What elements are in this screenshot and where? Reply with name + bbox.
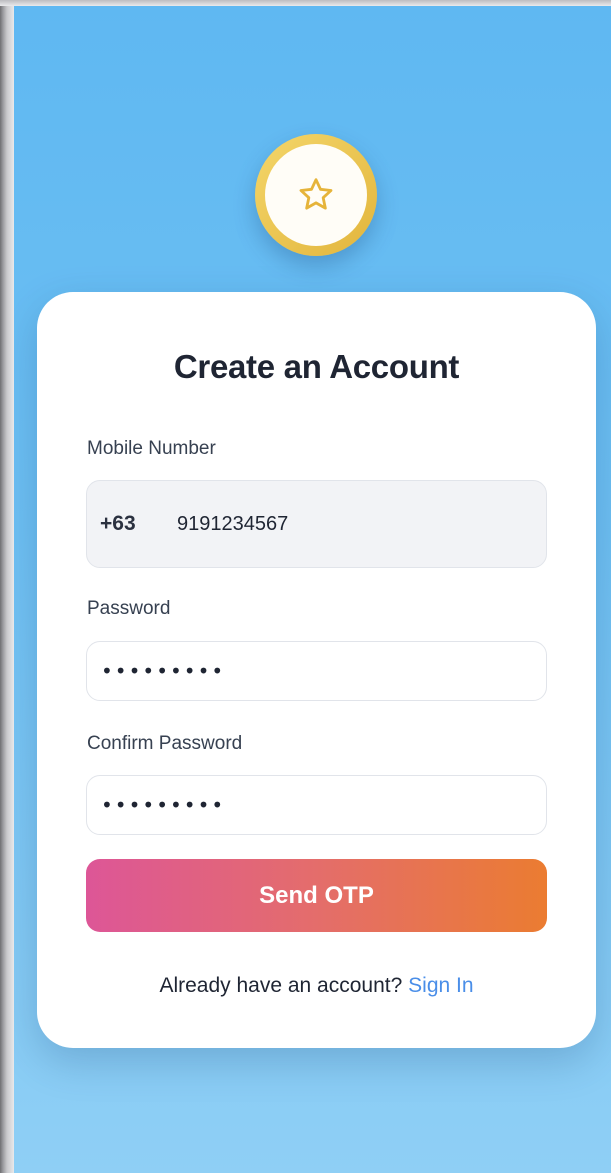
mobile-number-field[interactable]: +63 9191234567 bbox=[86, 480, 547, 568]
password-input[interactable]: ••••••••• bbox=[101, 659, 225, 683]
star-icon bbox=[299, 178, 333, 210]
sign-in-prompt: Already have an account? Sign In bbox=[37, 974, 596, 998]
password-label: Password bbox=[87, 598, 171, 619]
device-frame-edge bbox=[0, 0, 14, 1173]
page-title: Create an Account bbox=[173, 348, 460, 385]
footer-text: Already have an account? bbox=[159, 974, 403, 997]
app-screen: Create an Account Mobile Number +63 9191… bbox=[14, 6, 611, 1173]
sign-in-link[interactable]: Sign In bbox=[408, 974, 473, 997]
logo-inner-circle bbox=[265, 144, 367, 246]
confirm-password-input[interactable]: ••••••••• bbox=[101, 793, 225, 817]
password-field[interactable]: ••••••••• bbox=[86, 641, 547, 701]
confirm-password-label: Confirm Password bbox=[87, 733, 243, 754]
send-otp-button[interactable]: Send OTP bbox=[86, 859, 547, 932]
country-code-prefix: +63 bbox=[100, 512, 136, 535]
signup-card: Create an Account Mobile Number +63 9191… bbox=[37, 292, 596, 1048]
confirm-password-field[interactable]: ••••••••• bbox=[86, 775, 547, 835]
app-logo bbox=[255, 134, 377, 256]
mobile-number-input[interactable]: 9191234567 bbox=[177, 513, 288, 536]
mobile-number-label: Mobile Number bbox=[87, 438, 216, 459]
